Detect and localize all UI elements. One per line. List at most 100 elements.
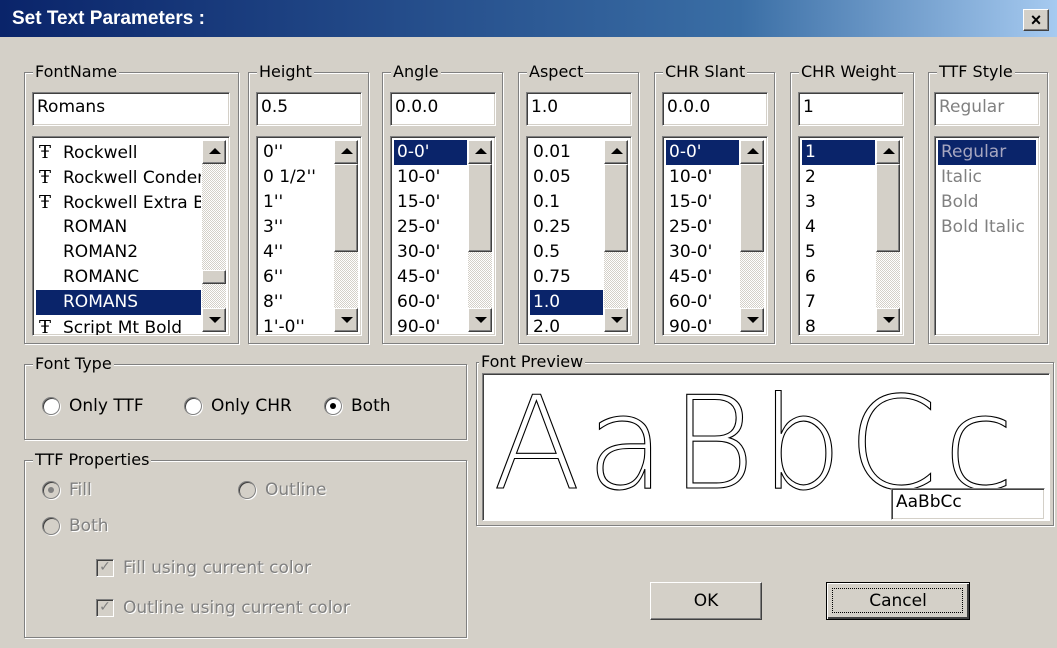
scroll-thumb[interactable] bbox=[876, 164, 900, 252]
fill-current-color-checkbox[interactable]: ✓ Fill using current color bbox=[96, 558, 311, 578]
scroll-down-button[interactable] bbox=[876, 308, 900, 332]
slant-scrollbar[interactable] bbox=[740, 140, 764, 332]
slant-list[interactable]: 0-0' 10-0' 15-0' 25-0' 30-0' 45-0' 60-0' 90-0' bbox=[662, 136, 768, 336]
list-item[interactable]: 0.01 bbox=[530, 140, 603, 165]
scroll-thumb[interactable] bbox=[468, 164, 492, 252]
list-item[interactable]: 8'' bbox=[260, 290, 333, 315]
list-item[interactable]: 0.25 bbox=[530, 215, 603, 240]
list-item[interactable]: 6'' bbox=[260, 265, 333, 290]
list-item[interactable]: 4 bbox=[802, 215, 875, 240]
list-item[interactable]: 25-0' bbox=[394, 215, 467, 240]
list-item[interactable]: 0.1 bbox=[530, 190, 603, 215]
scroll-up-button[interactable] bbox=[468, 140, 492, 164]
scroll-thumb[interactable] bbox=[334, 164, 358, 252]
list-item[interactable]: 15-0' bbox=[666, 190, 739, 215]
list-item[interactable]: Regular bbox=[938, 140, 1036, 165]
scroll-thumb[interactable] bbox=[202, 270, 226, 284]
list-item[interactable]: 60-0' bbox=[394, 290, 467, 315]
both-fill-outline-radio[interactable]: Both bbox=[42, 516, 109, 536]
fontname-input[interactable]: Romans bbox=[32, 92, 230, 126]
scroll-thumb[interactable] bbox=[604, 164, 628, 252]
list-item[interactable]: ROMANC bbox=[36, 265, 201, 290]
aspect-input[interactable]: 1.0 bbox=[526, 92, 632, 126]
weight-list[interactable]: 12345678 bbox=[798, 136, 904, 336]
scroll-down-button[interactable] bbox=[334, 308, 358, 332]
weight-input[interactable]: 1 bbox=[798, 92, 904, 126]
ok-button[interactable]: OK bbox=[650, 582, 762, 620]
list-item[interactable]: 4'' bbox=[260, 240, 333, 265]
list-item[interactable]: 15-0' bbox=[394, 190, 467, 215]
list-item[interactable]: 45-0' bbox=[666, 265, 739, 290]
fontname-list[interactable]: Ŧ Rockwell Ŧ Rockwell Condensed Ŧ Rockwell Ex… bbox=[32, 136, 230, 336]
list-item[interactable]: ROMAN bbox=[36, 215, 201, 240]
list-item[interactable]: 6 bbox=[802, 265, 875, 290]
list-item[interactable]: 1'-0'' bbox=[260, 315, 333, 335]
list-item[interactable]: 2.0 bbox=[530, 315, 603, 335]
list-item[interactable]: 30-0' bbox=[666, 240, 739, 265]
scroll-up-button[interactable] bbox=[740, 140, 764, 164]
title-bar[interactable]: Set Text Parameters : × bbox=[0, 0, 1057, 38]
cancel-button[interactable]: Cancel bbox=[826, 582, 970, 620]
both-radio[interactable]: Both bbox=[324, 396, 391, 416]
list-item[interactable]: 7 bbox=[802, 290, 875, 315]
list-item[interactable]: Ŧ Script Mt Bold bbox=[36, 315, 201, 335]
list-item[interactable]: Italic bbox=[938, 165, 1036, 190]
scroll-up-button[interactable] bbox=[604, 140, 628, 164]
weight-scrollbar[interactable] bbox=[876, 140, 900, 332]
list-item[interactable]: 45-0' bbox=[394, 265, 467, 290]
scroll-up-button[interactable] bbox=[876, 140, 900, 164]
scroll-down-button[interactable] bbox=[468, 308, 492, 332]
list-item[interactable]: Ŧ Rockwell Extra Bold bbox=[36, 190, 201, 215]
angle-input[interactable]: 0.0.0 bbox=[390, 92, 496, 126]
list-item[interactable]: ROMAN2 bbox=[36, 240, 201, 265]
height-scrollbar[interactable] bbox=[334, 140, 358, 332]
list-item[interactable]: 10-0' bbox=[666, 165, 739, 190]
list-item[interactable]: 60-0' bbox=[666, 290, 739, 315]
list-item[interactable]: 5 bbox=[802, 240, 875, 265]
list-item[interactable]: 2 bbox=[802, 165, 875, 190]
list-item[interactable]: 3'' bbox=[260, 215, 333, 240]
only-ttf-radio[interactable]: Only TTF bbox=[42, 396, 144, 416]
close-button[interactable]: × bbox=[1023, 9, 1049, 31]
fill-radio[interactable]: Fill bbox=[42, 480, 92, 500]
aspect-list[interactable]: 0.01 0.05 0.1 0.25 0.5 0.75 1.0 2.0 bbox=[526, 136, 632, 336]
aspect-scrollbar[interactable] bbox=[604, 140, 628, 332]
outline-radio[interactable]: Outline bbox=[238, 480, 327, 500]
list-item[interactable]: Ŧ Rockwell Condensed bbox=[36, 165, 201, 190]
fontname-scrollbar[interactable] bbox=[202, 140, 226, 332]
list-item[interactable]: Bold Italic bbox=[938, 215, 1036, 240]
height-input[interactable]: 0.5 bbox=[256, 92, 362, 126]
outline-current-color-checkbox[interactable]: ✓ Outline using current color bbox=[96, 598, 350, 618]
angle-list[interactable]: 0-0' 10-0' 15-0' 25-0' 30-0' 45-0' 60-0' 90-0' bbox=[390, 136, 496, 336]
list-item[interactable]: 0.05 bbox=[530, 165, 603, 190]
list-item[interactable]: 0'' bbox=[260, 140, 333, 165]
ttf-style-list[interactable]: Regular Italic Bold Bold Italic bbox=[934, 136, 1040, 336]
scroll-thumb[interactable] bbox=[740, 164, 764, 252]
list-item[interactable]: Bold bbox=[938, 190, 1036, 215]
list-item[interactable]: ROMANS bbox=[36, 290, 201, 315]
list-item[interactable]: 1'' bbox=[260, 190, 333, 215]
scroll-down-button[interactable] bbox=[604, 308, 628, 332]
slant-input[interactable]: 0.0.0 bbox=[662, 92, 768, 126]
list-item[interactable]: 3 bbox=[802, 190, 875, 215]
list-item[interactable]: 90-0' bbox=[666, 315, 739, 335]
list-item[interactable]: 8 bbox=[802, 315, 875, 335]
list-item[interactable]: 1 bbox=[802, 140, 875, 165]
list-item[interactable]: Ŧ Rockwell bbox=[36, 140, 201, 165]
list-item[interactable]: 0-0' bbox=[394, 140, 467, 165]
preview-text-input[interactable]: AaBbCc bbox=[891, 488, 1045, 520]
scroll-down-button[interactable] bbox=[740, 308, 764, 332]
list-item[interactable]: 30-0' bbox=[394, 240, 467, 265]
list-item[interactable]: 10-0' bbox=[394, 165, 467, 190]
angle-scrollbar[interactable] bbox=[468, 140, 492, 332]
only-chr-radio[interactable]: Only CHR bbox=[184, 396, 292, 416]
scroll-up-button[interactable] bbox=[334, 140, 358, 164]
list-item[interactable]: 90-0' bbox=[394, 315, 467, 335]
list-item[interactable]: 25-0' bbox=[666, 215, 739, 240]
list-item[interactable]: 0.75 bbox=[530, 265, 603, 290]
height-list[interactable]: 0'' 0 1/2'' 1'' 3'' 4'' 6'' 8'' 1'-0'' bbox=[256, 136, 362, 336]
list-item[interactable]: 1.0 bbox=[530, 290, 603, 315]
scroll-down-button[interactable] bbox=[202, 308, 226, 332]
list-item[interactable]: 0.5 bbox=[530, 240, 603, 265]
ttf-style-input[interactable]: Regular bbox=[934, 92, 1040, 126]
